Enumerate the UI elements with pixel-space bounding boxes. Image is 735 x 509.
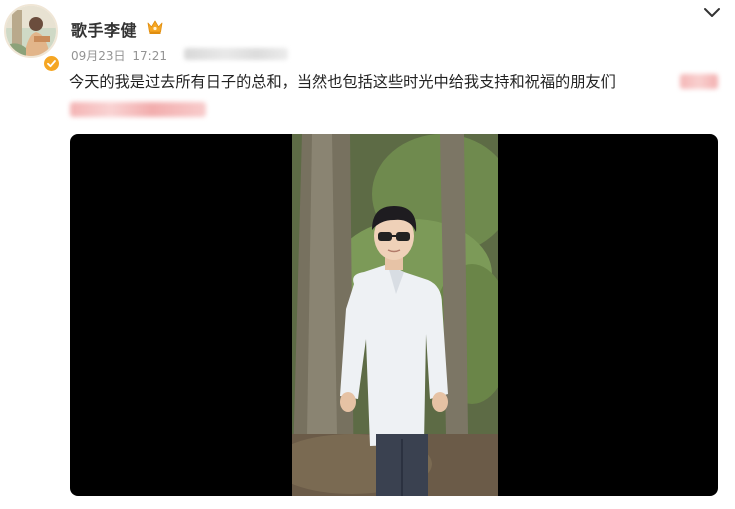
verified-badge-icon xyxy=(42,54,61,73)
blurred-hashtag xyxy=(70,102,206,117)
blurred-source xyxy=(184,48,288,60)
post-date[interactable]: 09月23日 xyxy=(71,49,126,63)
weibo-post-card: 歌手李健 09月23日 17:21 今天的我是过去所有日子的总和，当然也包括这些… xyxy=(0,0,735,509)
video-frame-image xyxy=(292,134,498,496)
post-meta: 09月23日 17:21 xyxy=(71,47,167,64)
post-text: 今天的我是过去所有日子的总和，当然也包括这些时光中给我支持和祝福的朋友们 xyxy=(69,73,616,91)
video-player[interactable] xyxy=(70,134,718,496)
chevron-down-icon[interactable] xyxy=(703,6,721,18)
avatar-image xyxy=(6,6,56,56)
blurred-mention xyxy=(680,74,718,89)
video-frame xyxy=(292,134,498,496)
username[interactable]: 歌手李健 xyxy=(71,17,137,41)
crown-icon[interactable] xyxy=(146,19,164,35)
avatar[interactable] xyxy=(4,4,58,58)
post-time[interactable]: 17:21 xyxy=(132,49,167,63)
